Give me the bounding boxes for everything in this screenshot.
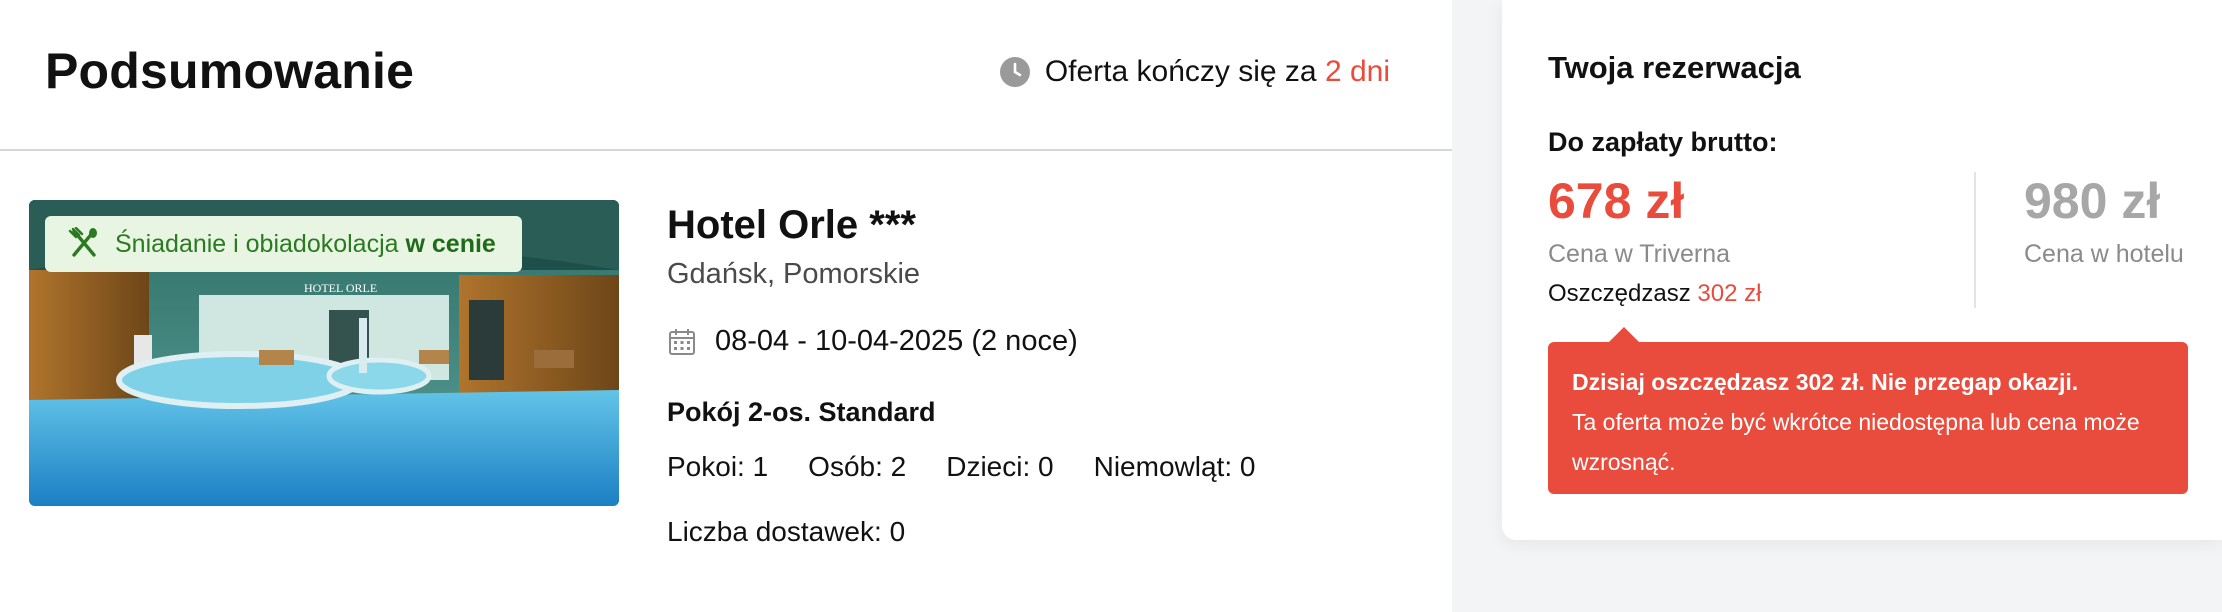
alert-headline: Dzisiaj oszczędzasz 302 zł. Nie przegap …: [1572, 369, 2079, 395]
rooms-count: Pokoi: 1: [667, 451, 769, 482]
meal-plan-badge: Śniadanie i obiadokolacja w cenie: [45, 216, 522, 272]
stay-dates-text: 08-04 - 10-04-2025 (2 noce): [715, 325, 1078, 357]
room-type: Pokój 2-os. Standard: [667, 397, 936, 427]
alert-body: Ta oferta może być wkrótce niedostępna l…: [1572, 409, 2140, 475]
stay-dates: 08-04 - 10-04-2025 (2 noce): [667, 325, 1078, 358]
savings-prefix: Oszczędzasz: [1548, 280, 1691, 307]
price-hotel-label: Cena w hotelu: [2024, 240, 2184, 268]
reservation-sidebar: Twoja rezerwacja Do zapłaty brutto: 678 …: [1502, 0, 2222, 540]
occupancy-counts: Pokoi: 1 Osób: 2 Dzieci: 0 Niemowląt: 0: [667, 451, 1255, 483]
hotel-location: Gdańsk, Pomorskie: [667, 258, 921, 290]
price-hotel: 980 zł: [2024, 173, 2161, 229]
summary-header: Podsumowanie Oferta kończy się za 2 dni: [0, 0, 1452, 151]
price-triverna-label: Cena w Triverna: [1548, 240, 1731, 268]
clock-icon: [999, 57, 1030, 87]
photo-hotel-sign: HOTEL ORLE: [304, 281, 377, 295]
meal-plan-prefix: Śniadanie i obiadokolacja: [115, 229, 399, 258]
summary-panel: Podsumowanie Oferta kończy się za 2 dni: [0, 0, 1452, 612]
children-count: Dzieci: 0: [946, 451, 1054, 482]
savings-line: Oszczędzasz 302 zł: [1548, 280, 1761, 308]
savings-alert: Dzisiaj oszczędzasz 302 zł. Nie przegap …: [1548, 327, 2188, 494]
cutlery-icon: [68, 227, 97, 257]
price-divider: [1974, 172, 1976, 308]
offer-countdown-prefix: Oferta kończy się za: [1044, 55, 1317, 88]
savings-amount: 302 zł: [1697, 280, 1762, 307]
offer-countdown-text: Oferta kończy się za 2 dni: [1045, 55, 1390, 89]
persons-count: Osób: 2: [808, 451, 907, 482]
infants-count: Niemowląt: 0: [1093, 451, 1256, 482]
meal-plan-text: Śniadanie i obiadokolacja w cenie: [115, 230, 496, 259]
reservation-title: Twoja rezerwacja: [1548, 50, 1801, 85]
page-title: Podsumowanie: [45, 43, 415, 99]
booking-summary-page: Podsumowanie Oferta kończy się za 2 dni: [0, 0, 2222, 612]
offer-countdown-days: 2 dni: [1324, 55, 1390, 88]
price-triverna: 678 zł: [1548, 173, 1685, 229]
offer-countdown: Oferta kończy się za 2 dni: [999, 55, 1390, 89]
calendar-icon: [669, 328, 695, 355]
extra-beds-count: Liczba dostawek: 0: [667, 516, 906, 547]
alert-pointer: [1608, 327, 1640, 343]
hotel-name: Hotel Orle ***: [667, 203, 916, 247]
meal-plan-included: w cenie: [405, 229, 496, 258]
amount-due-label: Do zapłaty brutto:: [1548, 127, 1778, 157]
